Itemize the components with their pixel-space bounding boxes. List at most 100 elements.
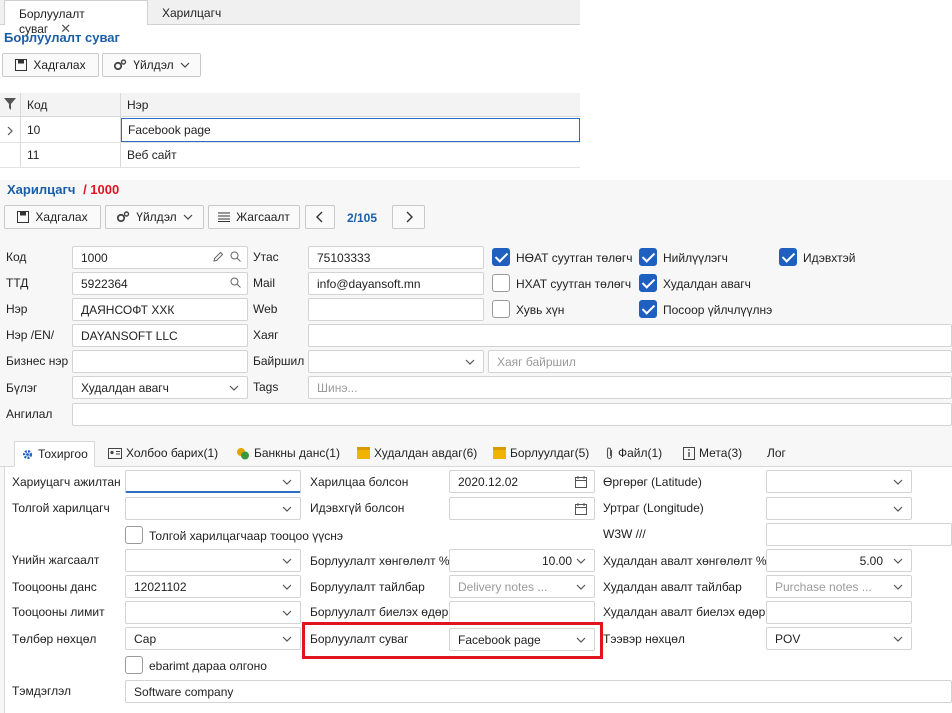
lng-select[interactable] [766, 497, 912, 520]
checkbox-individual[interactable] [492, 300, 510, 318]
ttd-input[interactable]: 5922364 [72, 272, 248, 295]
tab-label: Банкны данс(1) [254, 446, 340, 460]
tab-meta[interactable]: Мета(3) [683, 441, 742, 465]
tab-label: Файл(1) [618, 446, 663, 460]
head-select[interactable] [125, 497, 301, 520]
table-row[interactable]: 10 Facebook page [0, 118, 580, 143]
row-name-editor[interactable]: Facebook page [121, 118, 580, 142]
search-icon[interactable] [230, 277, 241, 288]
w3w-input[interactable] [766, 523, 952, 546]
phone-input[interactable]: 75103333 [308, 246, 484, 269]
payment-select[interactable]: Сар [125, 627, 301, 650]
chevron-down-icon [893, 479, 903, 485]
sale-discount-label: Борлуулалт хөнгөлөлт % [310, 554, 450, 568]
tab-settings[interactable]: Тохиргоо [14, 441, 95, 467]
chevron-down-icon[interactable] [576, 556, 586, 566]
inactive-date-input[interactable] [449, 497, 595, 520]
chevron-down-icon [229, 385, 239, 391]
channel-select[interactable]: Facebook page [449, 628, 595, 651]
price-list-select[interactable] [125, 549, 301, 572]
responsible-select[interactable] [125, 470, 301, 493]
customer-action-button[interactable]: Үйлдэл [105, 205, 204, 229]
prev-button[interactable] [305, 205, 335, 229]
list-button[interactable]: Жагсаалт [208, 205, 300, 229]
page-title: Харилцагч [7, 182, 76, 197]
group-select[interactable]: Худалдан авагч [72, 376, 248, 399]
column-header-name[interactable]: Нэр [127, 93, 148, 117]
tab-customer[interactable]: Харилцагч [148, 0, 231, 25]
name-en-input[interactable]: DAYANSOFT LLC [72, 324, 248, 347]
tab-files[interactable]: Файл(1) [605, 441, 662, 465]
start-date-input[interactable]: 2020.12.02 [449, 470, 595, 493]
sale-note-label: Борлуулалт тайлбар [310, 580, 425, 594]
tab-sales[interactable]: Борлуулдаг(5) [493, 441, 589, 465]
category-input[interactable] [72, 403, 952, 426]
search-icon[interactable] [230, 251, 241, 262]
address-input[interactable] [308, 324, 952, 347]
checkbox-pos[interactable] [639, 300, 657, 318]
web-input[interactable] [308, 298, 484, 321]
checkbox-active[interactable] [779, 248, 797, 266]
checkbox-city-tax[interactable] [492, 274, 510, 292]
action-label: Үйлдэл [133, 58, 174, 72]
save-label: Хадгалах [33, 58, 86, 72]
sale-discount-stepper[interactable]: 10.00 [449, 549, 595, 572]
column-header-code[interactable]: Код [27, 93, 47, 117]
calendar-icon[interactable] [575, 476, 587, 488]
chevron-down-icon [282, 584, 292, 590]
name-input[interactable]: ДАЯНСОФТ ХХК [72, 298, 248, 321]
sale-discount-value: 10.00 [541, 553, 572, 568]
pencil-icon[interactable] [213, 251, 224, 262]
phone-label: Утас [253, 250, 279, 264]
sale-note-select[interactable]: Delivery notes ... [449, 575, 595, 598]
filter-icon[interactable] [4, 98, 16, 110]
checkbox-pos-label: Посоор үйлчлүүлнэ [663, 303, 773, 317]
sale-doc-label: Борлуулалт биелэх өдөр [310, 605, 449, 619]
table-row[interactable]: 11 Веб сайт [0, 143, 580, 168]
next-button[interactable] [392, 205, 425, 229]
location-select[interactable] [308, 350, 484, 373]
checkbox-buyer[interactable] [639, 274, 657, 292]
location-detail-input[interactable]: Хаяг байршил [488, 350, 952, 373]
category-label: Ангилал [6, 407, 53, 421]
checkbox-ebarimt[interactable] [125, 656, 143, 674]
chevron-down-icon [465, 359, 475, 365]
tags-input[interactable]: Шинэ... [308, 376, 952, 399]
save-label: Хадгалах [35, 210, 88, 224]
coins-icon [237, 447, 249, 459]
name-en-label: Нэр /EN/ [6, 328, 55, 342]
channel-action-button[interactable]: Үйлдэл [102, 53, 201, 77]
buy-doc-input[interactable] [766, 601, 912, 624]
code-input[interactable]: 1000 [72, 246, 248, 269]
sale-note-placeholder: Delivery notes ... [458, 579, 548, 594]
checkbox-supplier[interactable] [639, 248, 657, 266]
mail-input[interactable]: info@dayansoft.mn [308, 272, 484, 295]
customer-save-button[interactable]: Хадгалах [4, 205, 101, 229]
sale-doc-input[interactable] [449, 601, 595, 624]
account-value: 12021102 [134, 579, 187, 594]
checkbox-vat[interactable] [492, 248, 510, 266]
address-label: Хаяг [253, 328, 279, 342]
limit-select[interactable] [125, 601, 301, 624]
save-icon [17, 211, 30, 223]
tags-label: Tags [253, 380, 279, 394]
tab-bank[interactable]: Банкны данс(1) [236, 441, 340, 465]
tab-contacts[interactable]: Холбоо барих(1) [108, 441, 218, 465]
checkbox-head-calc[interactable] [125, 526, 143, 544]
chevron-down-icon[interactable] [893, 556, 903, 566]
tab-log[interactable]: Лог [767, 441, 786, 465]
note-input[interactable]: Software company [125, 680, 952, 703]
delivery-select[interactable]: POV [766, 627, 912, 650]
biz-name-input[interactable] [72, 350, 248, 373]
account-select[interactable]: 12021102 [125, 575, 301, 598]
lat-select[interactable] [766, 470, 912, 493]
tab-sales-channel[interactable]: Борлуулалт суваг ✕ [4, 0, 148, 36]
calendar-icon[interactable] [575, 503, 587, 515]
location-label: Байршил [253, 354, 305, 368]
tab-purchases[interactable]: Худалдан авдаг(6) [357, 441, 477, 465]
buy-note-select[interactable]: Purchase notes ... [766, 575, 912, 598]
buy-discount-stepper[interactable]: 5.00 [766, 549, 912, 572]
channel-save-button[interactable]: Хадгалах [2, 53, 99, 77]
tab-label: Худалдан авдаг(6) [374, 446, 478, 460]
lat-label: Өргөрөг (Latitude) [603, 475, 702, 489]
